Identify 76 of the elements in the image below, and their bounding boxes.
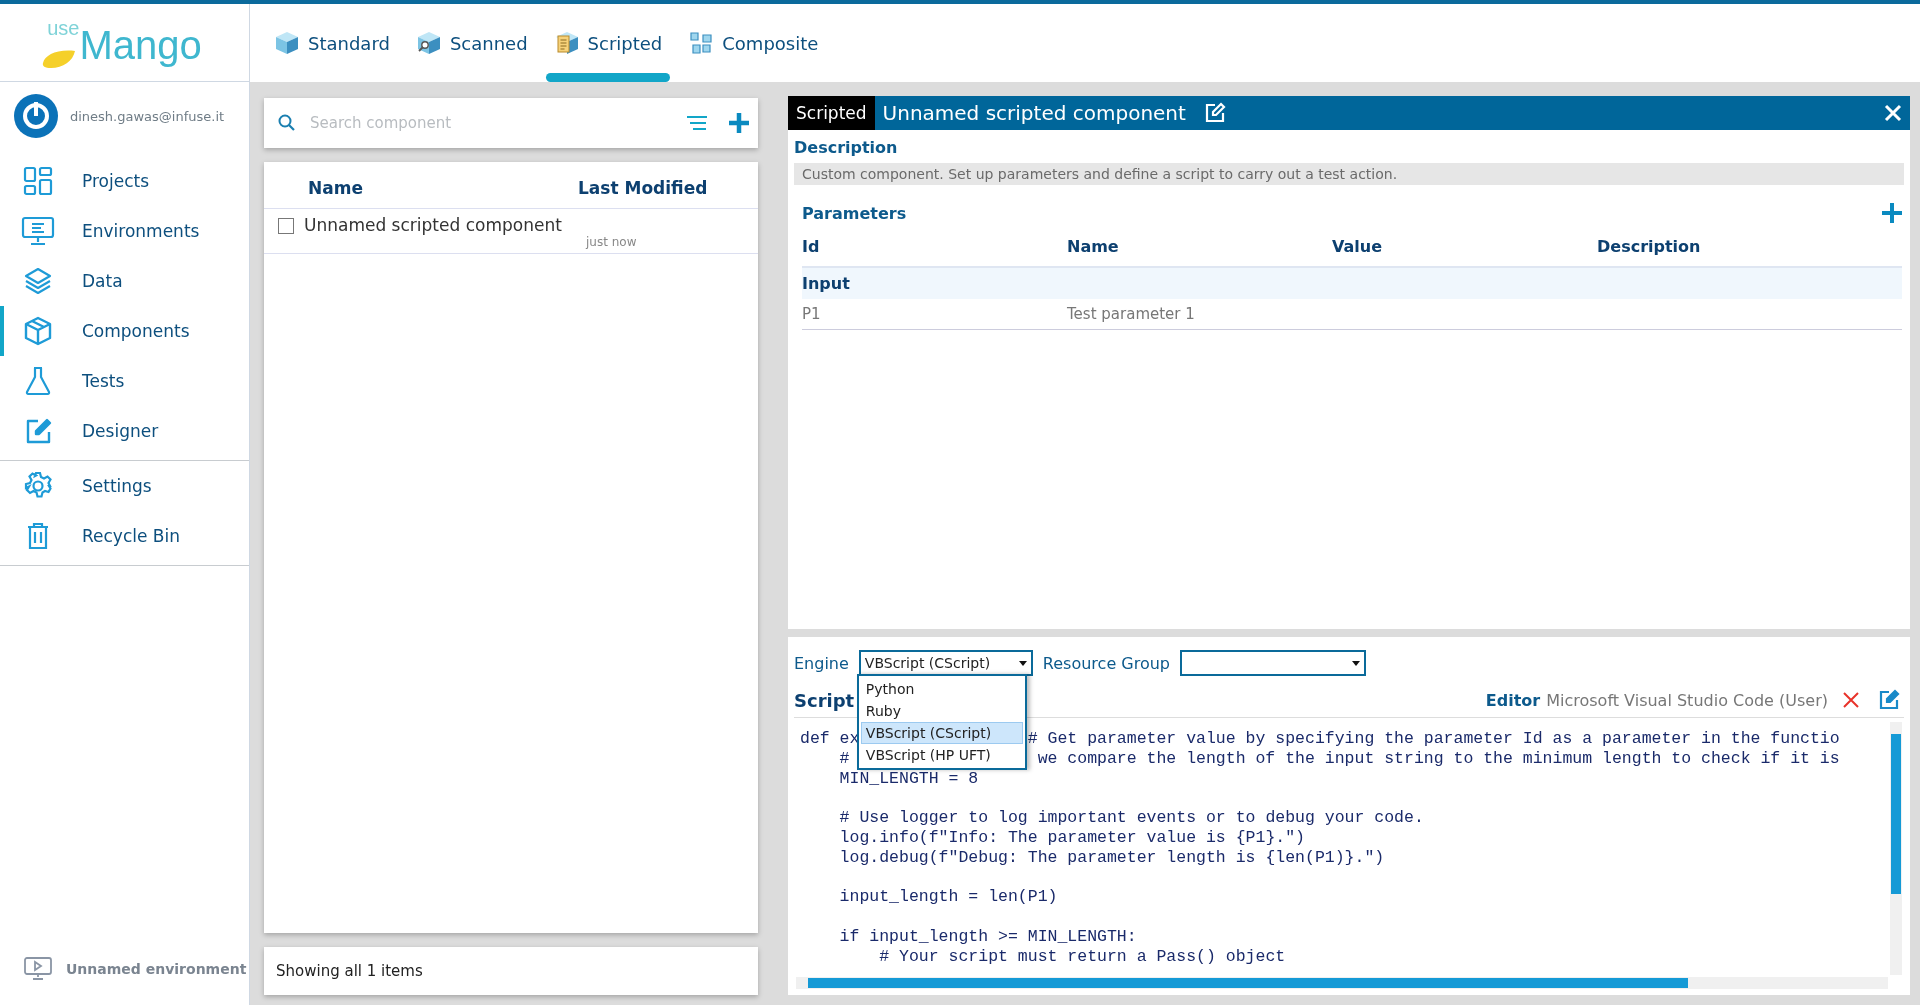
layers-icon — [23, 266, 53, 296]
settings-icon — [23, 471, 53, 501]
horizontal-scrollbar[interactable] — [796, 977, 1888, 989]
nav-item[interactable]: Components — [0, 306, 249, 356]
search-icon — [278, 114, 296, 132]
column-header: Last Modified — [578, 178, 709, 198]
field-label: Resource Group — [1042, 653, 1170, 673]
code-line: we compare the length of the input string to the minimum length to check if it is — [1036, 748, 1840, 769]
filter-icon[interactable] — [686, 114, 708, 132]
nav-item[interactable]: Tests — [0, 356, 249, 406]
cube-magnifier-icon — [415, 30, 442, 56]
section-label: Script — [794, 689, 855, 711]
component-type-tab[interactable]: Scanned — [411, 4, 532, 82]
nav-item[interactable]: Designer — [0, 406, 249, 456]
column-header: Description — [1597, 237, 1702, 256]
code-line: # Your script must return a Pass() object — [878, 946, 1286, 967]
code-line: input_length = len(P1) — [838, 887, 1058, 908]
add-icon[interactable] — [728, 112, 750, 134]
logo-text: use — [47, 16, 80, 40]
close-icon[interactable] — [1842, 691, 1860, 709]
add-icon[interactable] — [1882, 203, 1902, 223]
dropdown-option[interactable]: VBScript (HP UFT) — [860, 744, 1023, 766]
cube-icon — [23, 316, 53, 346]
code-line: # Get parameter value by specifying the parameter Id as a parameter in the functio — [1027, 729, 1840, 749]
dropdown-option[interactable]: Ruby — [860, 700, 1023, 722]
component-type-tab[interactable]: Scripted — [549, 4, 667, 82]
component-type-tab[interactable]: Standard — [270, 4, 394, 82]
grid-icon — [23, 166, 53, 196]
edit-icon[interactable] — [1878, 689, 1900, 711]
table-cell-text: P1 — [802, 305, 822, 323]
item-count: Showing all 1 items — [264, 947, 758, 995]
code-line: MIN_LENGTH = 8 — [838, 768, 979, 789]
monitor-icon — [21, 216, 55, 246]
code-line: # Use logger to log important events or to debug your code. — [838, 808, 1424, 828]
code-line: log.info(f"Info: The parameter value is {P1}.") — [838, 828, 1305, 848]
nav-item[interactable]: Data — [0, 256, 249, 306]
flask-icon — [23, 366, 53, 396]
column-header: Name — [308, 178, 364, 198]
field-label: Editor — [1485, 690, 1541, 710]
dropdown-option[interactable]: Python — [860, 678, 1023, 700]
type-tag: Scripted — [788, 96, 875, 130]
column-header: Value — [1332, 237, 1384, 256]
section-label: Description — [794, 138, 898, 157]
environment-name: Unnamed environment — [66, 961, 247, 977]
nav-item[interactable]: Environments — [0, 206, 249, 256]
edit-icon[interactable] — [1203, 102, 1226, 124]
component-type-tab[interactable]: Composite — [684, 4, 823, 82]
vertical-scrollbar[interactable] — [1890, 722, 1902, 975]
nav-item[interactable]: Projects — [0, 156, 249, 206]
description-field[interactable]: Custom component. Set up parameters and define a script to carry out a test action. — [794, 163, 1904, 185]
field-label: Engine — [794, 653, 849, 673]
cubes-icon — [688, 30, 715, 56]
component-title: Unnamed scripted component — [882, 101, 1186, 125]
engine-dropdown[interactable]: VBScript (CScript) — [858, 650, 1033, 676]
row-checkbox[interactable] — [278, 218, 294, 234]
logo-text: Mango — [79, 24, 202, 65]
code-line: log.debug(f"Debug: The parameter length is {len(P1)}.") — [838, 847, 1385, 868]
nav-item[interactable]: Recycle Bin — [0, 511, 249, 561]
code-line: if input_length >= MIN_LENGTH: — [838, 926, 1137, 947]
power-avatar-icon — [14, 94, 58, 138]
section-label: Parameters — [802, 203, 907, 223]
component-name[interactable]: Unnamed scripted component — [304, 215, 748, 235]
cube-icon — [274, 30, 300, 56]
user-email: dinesh.gawas@infuse.it — [70, 108, 225, 124]
group-label: Input — [802, 274, 850, 293]
editor-name: Microsoft Visual Studio Code (User) — [1546, 690, 1828, 710]
table-cell-text: Test parameter 1 — [1067, 305, 1196, 323]
column-header: Name — [1067, 237, 1120, 256]
dropdown-option[interactable]: VBScript (CScript) — [860, 722, 1023, 744]
resource-group-dropdown[interactable] — [1180, 650, 1366, 676]
search-field[interactable]: Search component — [264, 98, 758, 148]
monitor-play-icon — [24, 957, 52, 981]
modified-time: just now — [584, 235, 638, 249]
column-header: Id — [802, 237, 821, 256]
nav-item[interactable]: Settings — [0, 461, 249, 511]
code-line: # — [838, 748, 850, 768]
